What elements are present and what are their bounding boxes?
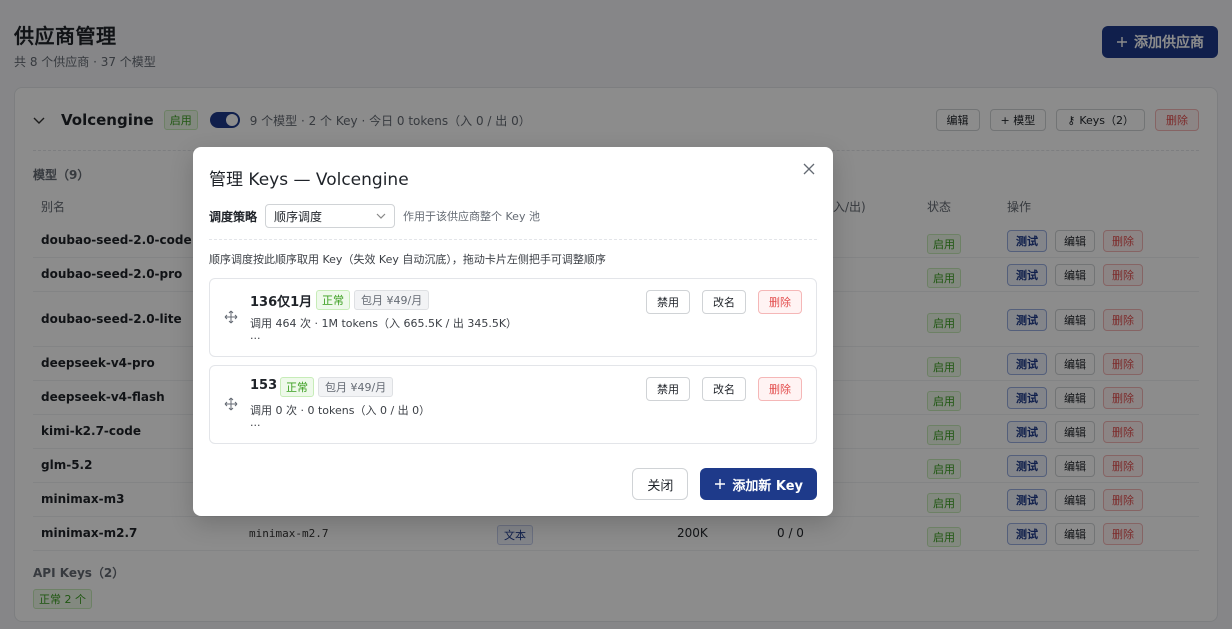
key-more: ... — [250, 416, 261, 429]
modal-divider — [209, 239, 817, 240]
close-icon[interactable] — [801, 161, 817, 177]
plus-icon — [715, 479, 726, 489]
strategy-row: 调度策略 顺序调度 作用于该供应商整个 Key 池 — [209, 204, 540, 228]
chevron-down-icon — [376, 213, 386, 219]
disable-key-button[interactable]: 禁用 — [646, 290, 690, 314]
key-status-badge: 正常 — [280, 377, 314, 397]
key-more: ... — [250, 329, 261, 342]
add-key-button[interactable]: 添加新 Key — [700, 468, 817, 500]
delete-key-button[interactable]: 删除 — [758, 290, 802, 314]
strategy-label: 调度策略 — [209, 209, 258, 224]
key-name: 153 — [250, 378, 278, 393]
add-key-label: 添加新 Key — [732, 478, 803, 494]
close-button[interactable]: 关闭 — [632, 468, 689, 500]
drag-handle-icon[interactable] — [224, 397, 238, 411]
delete-key-button[interactable]: 删除 — [758, 377, 802, 401]
strategy-description: 顺序调度按此顺序取用 Key（失效 Key 自动沉底），拖动卡片左侧把手可调整顺… — [209, 253, 606, 266]
strategy-hint: 作用于该供应商整个 Key 池 — [403, 210, 540, 223]
rename-key-button[interactable]: 改名 — [702, 290, 746, 314]
key-name: 136仅1月 — [250, 295, 313, 310]
key-plan-badge: 包月 ¥49/月 — [318, 377, 394, 397]
disable-key-button[interactable]: 禁用 — [646, 377, 690, 401]
rename-key-button[interactable]: 改名 — [702, 377, 746, 401]
modal-title: 管理 Keys — Volcengine — [209, 170, 409, 190]
drag-handle-icon[interactable] — [224, 310, 238, 324]
key-usage: 调用 0 次 · 0 tokens（入 0 / 出 0） — [250, 404, 431, 417]
key-plan-badge: 包月 ¥49/月 — [354, 290, 430, 310]
key-card[interactable]: 153 正常 包月 ¥49/月 调用 0 次 · 0 tokens（入 0 / … — [209, 365, 817, 444]
key-card[interactable]: 136仅1月 正常 包月 ¥49/月 调用 464 次 · 1M tokens（… — [209, 278, 817, 357]
manage-keys-modal: 管理 Keys — Volcengine 调度策略 顺序调度 作用于该供应商整个… — [193, 147, 833, 516]
key-status-badge: 正常 — [316, 290, 350, 310]
strategy-select[interactable]: 顺序调度 — [265, 204, 396, 228]
strategy-value: 顺序调度 — [274, 209, 323, 224]
key-usage: 调用 464 次 · 1M tokens（入 665.5K / 出 345.5K… — [250, 317, 518, 330]
